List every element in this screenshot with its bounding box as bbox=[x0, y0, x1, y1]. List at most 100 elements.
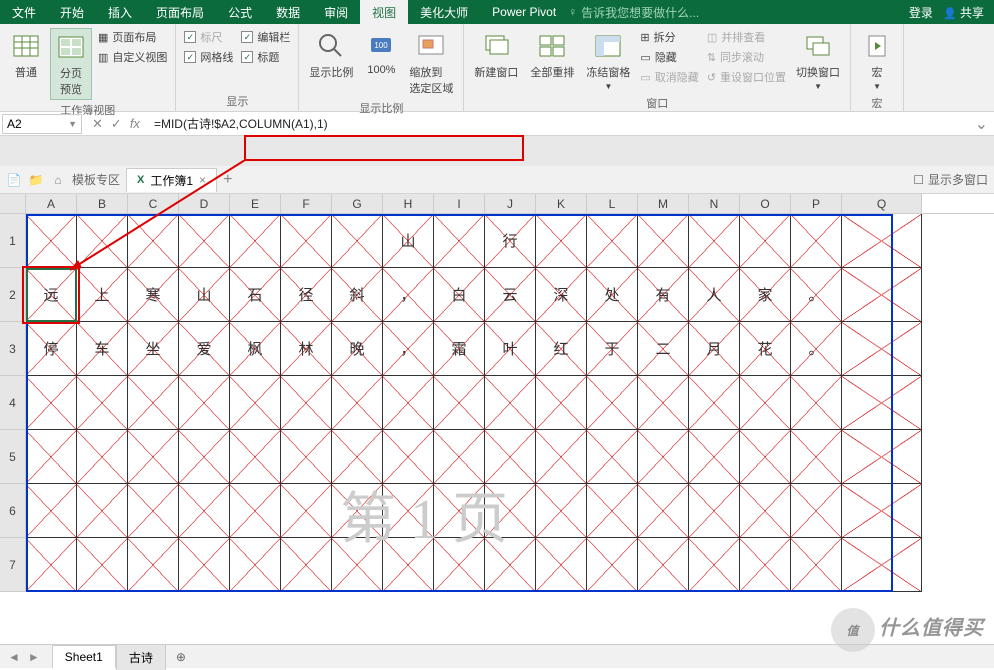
chk-ruler[interactable]: 标尺 bbox=[182, 28, 235, 46]
menu-insert[interactable]: 插入 bbox=[96, 0, 144, 24]
cell[interactable] bbox=[842, 214, 922, 268]
cell[interactable]: 晚 bbox=[332, 322, 383, 376]
cell[interactable] bbox=[842, 268, 922, 322]
cell[interactable] bbox=[638, 430, 689, 484]
cell[interactable] bbox=[740, 430, 791, 484]
name-box[interactable]: A2▼ bbox=[2, 114, 82, 134]
cell[interactable] bbox=[179, 214, 230, 268]
view-page-break[interactable]: 分页 预览 bbox=[50, 28, 92, 100]
col-header[interactable]: K bbox=[536, 194, 587, 213]
cell[interactable] bbox=[179, 484, 230, 538]
cell[interactable]: 车 bbox=[77, 322, 128, 376]
cell[interactable]: 叶 bbox=[485, 322, 536, 376]
cell[interactable] bbox=[485, 538, 536, 592]
cell[interactable]: 处 bbox=[587, 268, 638, 322]
col-header[interactable]: G bbox=[332, 194, 383, 213]
zoom-button[interactable]: 显示比例 bbox=[305, 28, 357, 82]
sync-scroll[interactable]: ⇅同步滚动 bbox=[705, 48, 788, 66]
cell[interactable] bbox=[383, 376, 434, 430]
split-button[interactable]: ⊞拆分 bbox=[638, 28, 700, 46]
menu-view[interactable]: 视图 bbox=[360, 0, 408, 24]
cell[interactable] bbox=[230, 484, 281, 538]
row-header[interactable]: 4 bbox=[0, 376, 26, 430]
cell[interactable] bbox=[791, 430, 842, 484]
zoom-100[interactable]: 100 100% bbox=[361, 28, 401, 78]
cell[interactable] bbox=[536, 430, 587, 484]
cell[interactable] bbox=[689, 214, 740, 268]
col-header[interactable]: E bbox=[230, 194, 281, 213]
cell[interactable] bbox=[383, 430, 434, 484]
cell[interactable] bbox=[842, 376, 922, 430]
cell[interactable] bbox=[536, 376, 587, 430]
cell[interactable]: ， bbox=[383, 322, 434, 376]
row-header[interactable]: 2 bbox=[0, 268, 26, 322]
cell[interactable] bbox=[434, 538, 485, 592]
row-header[interactable]: 6 bbox=[0, 484, 26, 538]
select-all-corner[interactable] bbox=[0, 194, 26, 213]
view-normal[interactable]: 普通 bbox=[6, 28, 46, 82]
col-header[interactable]: P bbox=[791, 194, 842, 213]
col-header[interactable]: H bbox=[383, 194, 434, 213]
cell[interactable] bbox=[128, 214, 179, 268]
cell[interactable] bbox=[434, 484, 485, 538]
cell[interactable]: 上 bbox=[77, 268, 128, 322]
cell[interactable]: 花 bbox=[740, 322, 791, 376]
col-header[interactable]: I bbox=[434, 194, 485, 213]
freeze-panes[interactable]: 冻结窗格▼ bbox=[582, 28, 634, 93]
cell[interactable] bbox=[689, 484, 740, 538]
cell[interactable]: 白 bbox=[434, 268, 485, 322]
cell[interactable] bbox=[332, 376, 383, 430]
cell[interactable]: 。 bbox=[791, 268, 842, 322]
cell[interactable] bbox=[689, 376, 740, 430]
chk-gridlines[interactable]: 网格线 bbox=[182, 48, 235, 66]
cell[interactable] bbox=[740, 484, 791, 538]
cell[interactable] bbox=[791, 538, 842, 592]
cell[interactable] bbox=[128, 430, 179, 484]
unhide-button[interactable]: ▭取消隐藏 bbox=[638, 68, 700, 86]
cell[interactable] bbox=[587, 484, 638, 538]
cell[interactable] bbox=[128, 484, 179, 538]
cell[interactable]: 霜 bbox=[434, 322, 485, 376]
menu-file[interactable]: 文件 bbox=[0, 0, 48, 24]
col-header[interactable]: A bbox=[26, 194, 77, 213]
cell[interactable] bbox=[281, 376, 332, 430]
home-icon[interactable]: ⌂ bbox=[50, 172, 66, 188]
side-by-side[interactable]: ◫并排查看 bbox=[705, 28, 788, 46]
reset-pos[interactable]: ↺重设窗口位置 bbox=[705, 68, 788, 86]
macros-button[interactable]: 宏▼ bbox=[857, 28, 897, 93]
cell[interactable] bbox=[77, 376, 128, 430]
cell[interactable]: ， bbox=[383, 268, 434, 322]
cancel-icon[interactable]: ✕ bbox=[92, 116, 103, 132]
cell[interactable] bbox=[281, 484, 332, 538]
cell[interactable] bbox=[842, 484, 922, 538]
cell[interactable] bbox=[230, 214, 281, 268]
template-link[interactable]: 模板专区 bbox=[72, 171, 120, 188]
col-header[interactable]: M bbox=[638, 194, 689, 213]
cell[interactable] bbox=[26, 430, 77, 484]
cell[interactable] bbox=[26, 214, 77, 268]
fx-icon[interactable]: fx bbox=[130, 116, 140, 132]
cell[interactable] bbox=[77, 214, 128, 268]
open-icon[interactable]: 📁 bbox=[28, 172, 44, 188]
row-header[interactable]: 3 bbox=[0, 322, 26, 376]
cell[interactable] bbox=[26, 484, 77, 538]
chk-headings[interactable]: 标题 bbox=[239, 48, 292, 66]
cell[interactable]: 坐 bbox=[128, 322, 179, 376]
cell[interactable] bbox=[587, 430, 638, 484]
sheet-tab[interactable]: 古诗 bbox=[116, 644, 166, 670]
cell[interactable] bbox=[791, 376, 842, 430]
cell[interactable] bbox=[230, 376, 281, 430]
cell[interactable] bbox=[332, 538, 383, 592]
cell[interactable] bbox=[689, 538, 740, 592]
cell[interactable] bbox=[281, 538, 332, 592]
menu-formulas[interactable]: 公式 bbox=[216, 0, 264, 24]
cell[interactable]: 斜 bbox=[332, 268, 383, 322]
sheet-tab[interactable]: Sheet1 bbox=[52, 645, 116, 668]
chk-formula-bar[interactable]: 编辑栏 bbox=[239, 28, 292, 46]
cell[interactable] bbox=[638, 214, 689, 268]
menu-powerpivot[interactable]: Power Pivot bbox=[480, 0, 568, 24]
cell[interactable] bbox=[77, 430, 128, 484]
cell[interactable] bbox=[638, 484, 689, 538]
view-custom[interactable]: ▥自定义视图 bbox=[96, 48, 169, 66]
cell[interactable]: 有 bbox=[638, 268, 689, 322]
